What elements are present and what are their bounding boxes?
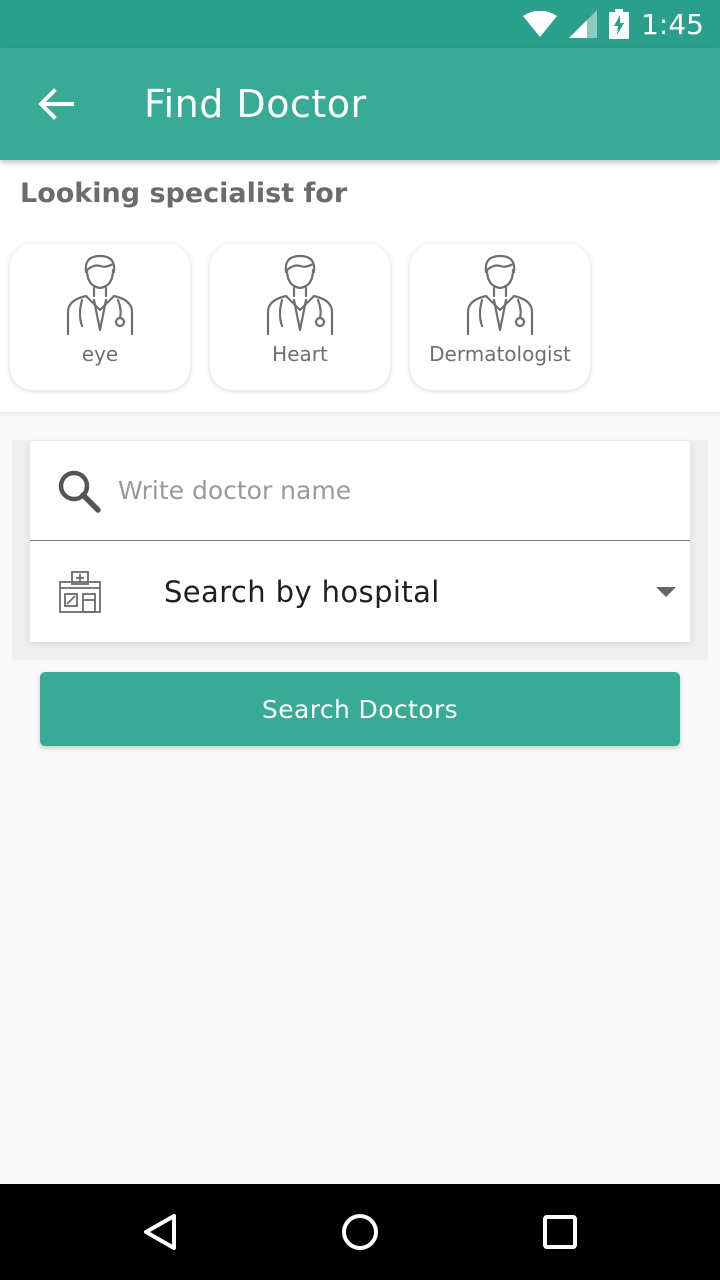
- doctor-icon: [466, 254, 534, 336]
- page-title: Find Doctor: [144, 82, 367, 126]
- home-circle-icon[interactable]: [340, 1212, 380, 1252]
- search-doctors-button[interactable]: Search Doctors: [40, 672, 680, 746]
- section-heading: Looking specialist for: [20, 178, 348, 209]
- specialist-section: Looking specialist for eye Heart Dermato…: [0, 160, 720, 412]
- status-time: 1:45: [641, 7, 704, 41]
- specialist-label: Dermatologist: [429, 342, 571, 366]
- recents-square-icon[interactable]: [540, 1212, 580, 1252]
- doctor-icon: [66, 254, 134, 336]
- search-icon: [58, 470, 101, 513]
- doctor-icon: [266, 254, 334, 336]
- hospital-icon: [59, 571, 101, 613]
- status-bar: 1:45: [0, 0, 720, 48]
- specialist-label: eye: [81, 342, 119, 366]
- back-triangle-icon[interactable]: [140, 1212, 180, 1252]
- dropdown-arrow-icon: [656, 587, 676, 597]
- hospital-label: Search by hospital: [164, 575, 440, 609]
- doctor-name-row: [30, 441, 690, 541]
- specialist-label: Heart: [272, 342, 328, 366]
- signal-icon: [569, 10, 598, 38]
- specialist-card-heart[interactable]: Heart: [210, 244, 390, 390]
- specialist-card-dermatologist[interactable]: Dermatologist: [410, 244, 590, 390]
- app-bar: Find Doctor: [0, 48, 720, 160]
- wifi-icon: [523, 11, 558, 37]
- doctor-name-input[interactable]: [118, 476, 658, 505]
- arrow-left-icon: [38, 88, 74, 120]
- hospital-dropdown[interactable]: Search by hospital: [30, 542, 690, 642]
- navigation-bar: [0, 1184, 720, 1280]
- battery-charging-icon: [609, 9, 630, 39]
- back-button[interactable]: [0, 48, 112, 160]
- specialist-card-eye[interactable]: eye: [10, 244, 190, 390]
- search-card: Search by hospital: [30, 441, 690, 642]
